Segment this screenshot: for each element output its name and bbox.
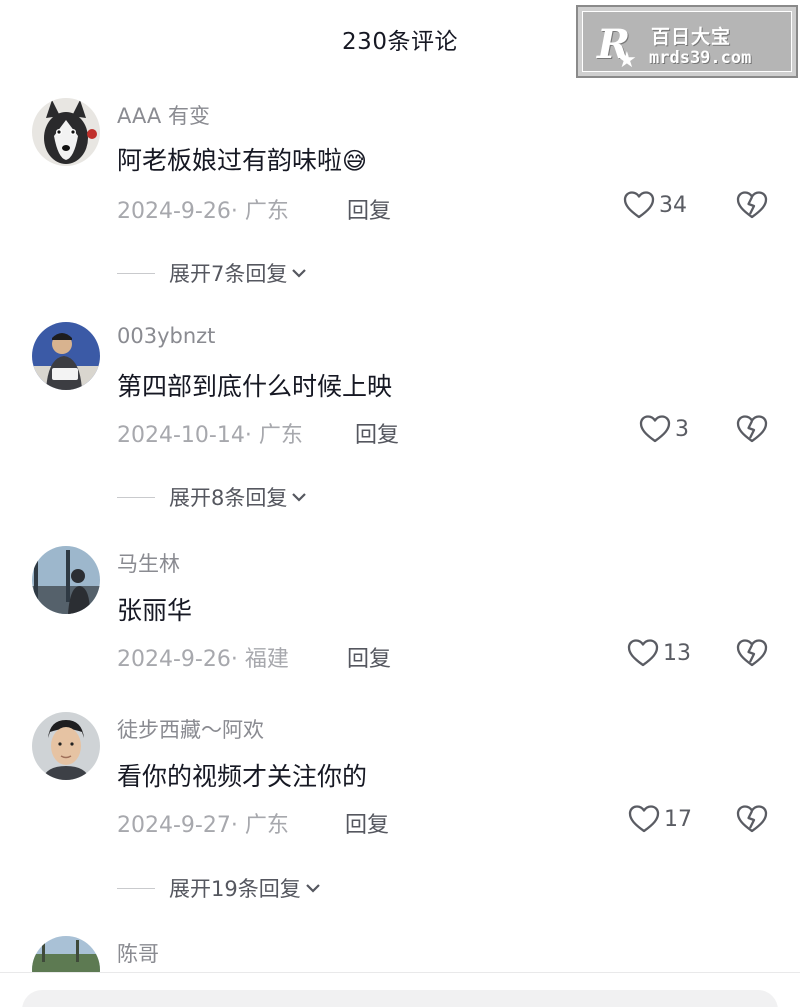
comment-date: 2024-9-27	[117, 813, 231, 838]
divider-line	[117, 887, 155, 889]
broken-heart-icon[interactable]	[736, 638, 768, 668]
comment-meta: 2024-9-27· 广东	[117, 807, 289, 839]
broken-heart-icon[interactable]	[736, 190, 768, 220]
reply-button[interactable]: 回复	[345, 807, 389, 839]
watermark-logo: R ★ 百日大宝 mrds39.com	[576, 5, 798, 78]
heart-outline-icon	[628, 805, 660, 833]
expand-replies-button[interactable]: 展开7条回复	[117, 258, 307, 288]
comment-meta: 2024-10-14· 广东	[117, 417, 303, 449]
broken-heart-icon[interactable]	[736, 414, 768, 444]
like-button[interactable]: 3	[639, 414, 689, 444]
watermark-panel: R ★ 百日大宝 mrds39.com	[582, 11, 792, 73]
comment-username[interactable]: 徒步西藏～阿欢	[117, 714, 264, 744]
like-button[interactable]: 34	[623, 190, 687, 220]
avatar[interactable]	[32, 98, 100, 166]
like-count: 34	[659, 192, 687, 218]
comment-location: · 广东	[244, 423, 303, 448]
chevron-down-icon	[292, 269, 307, 278]
heart-outline-icon	[627, 639, 659, 667]
expand-replies-label: 展开7条回复	[169, 262, 288, 286]
expand-replies-button[interactable]: 展开19条回复	[117, 873, 321, 903]
comment-input[interactable]	[22, 990, 778, 1007]
reply-button[interactable]: 回复	[355, 417, 399, 449]
comment-date: 2024-9-26	[117, 199, 231, 224]
like-button[interactable]: 13	[627, 638, 691, 668]
comment-text: 看你的视频才关注你的	[117, 762, 368, 791]
heart-outline-icon	[639, 415, 671, 443]
comment-location: · 广东	[230, 813, 289, 838]
like-button[interactable]: 17	[628, 804, 692, 834]
comment-location: · 广东	[230, 199, 289, 224]
expand-replies-label: 展开19条回复	[169, 877, 301, 901]
divider-line	[117, 496, 155, 498]
reply-button[interactable]: 回复	[347, 641, 391, 673]
comment-username[interactable]: AAA 有变	[117, 100, 210, 130]
avatar[interactable]	[32, 546, 100, 614]
comment-meta: 2024-9-26· 福建	[117, 641, 289, 673]
reply-button[interactable]: 回复	[347, 193, 391, 225]
comment-meta: 2024-9-26· 广东	[117, 193, 289, 225]
avatar[interactable]	[32, 712, 100, 780]
watermark-title: 百日大宝	[651, 26, 732, 48]
broken-heart-icon[interactable]	[736, 804, 768, 834]
comment-text: 张丽华	[117, 596, 193, 625]
comment-date: 2024-9-26	[117, 647, 231, 672]
comment-location: · 福建	[230, 647, 289, 672]
star-icon: ★	[617, 48, 637, 73]
comment-username[interactable]: 马生林	[117, 548, 180, 578]
comment-username[interactable]: 003ybnzt	[117, 324, 215, 348]
divider-line	[117, 272, 155, 274]
avatar[interactable]	[32, 322, 100, 390]
expand-replies-label: 展开8条回复	[169, 486, 288, 510]
expand-replies-button[interactable]: 展开8条回复	[117, 482, 307, 512]
chevron-down-icon	[305, 884, 320, 893]
comment-text: 阿老板娘过有韵味啦😅	[117, 141, 367, 177]
comment-text: 第四部到底什么时候上映	[117, 372, 393, 401]
chevron-down-icon	[292, 493, 307, 502]
comment-input-bar	[0, 972, 800, 1007]
sweat-smile-emoji-icon: 😅	[342, 147, 368, 175]
like-count: 13	[663, 640, 691, 666]
watermark-url: mrds39.com	[649, 48, 752, 68]
comment-username[interactable]: 陈哥	[117, 938, 159, 968]
like-count: 3	[675, 416, 689, 442]
heart-outline-icon	[623, 191, 655, 219]
like-count: 17	[664, 806, 692, 832]
comment-date: 2024-10-14	[117, 423, 245, 448]
comment-body: 阿老板娘过有韵味啦	[117, 146, 343, 175]
